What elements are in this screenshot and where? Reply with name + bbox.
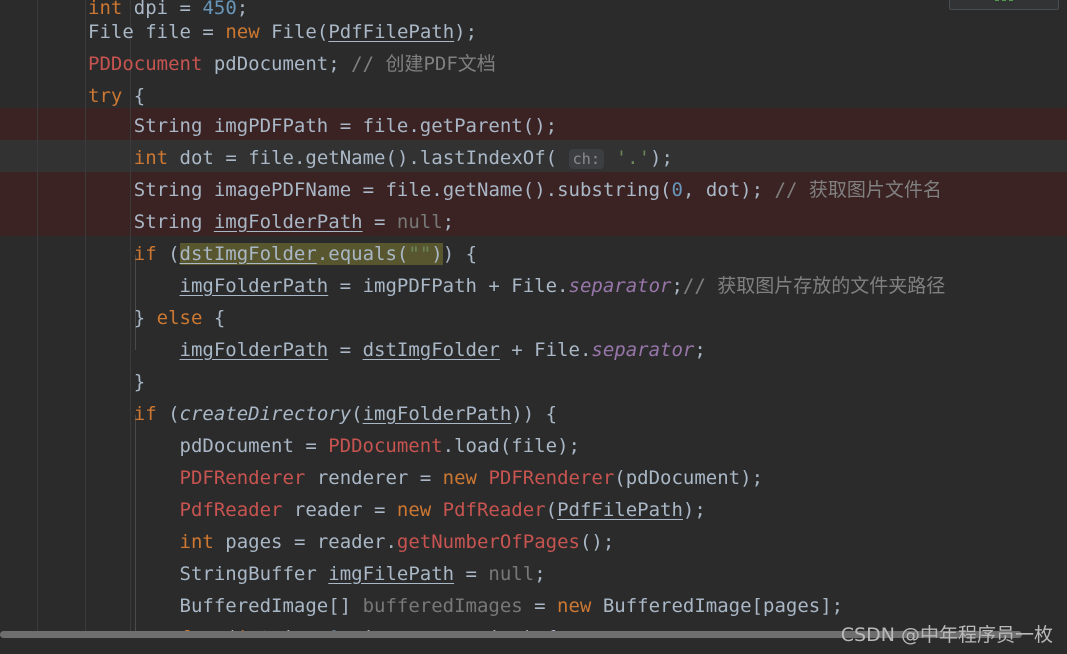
code-line[interactable]: String imgFolderPath = null; <box>0 206 1067 238</box>
code-line[interactable]: pdDocument = PDDocument.load(file); <box>0 430 1067 462</box>
code-line[interactable]: } else { <box>0 302 1067 334</box>
code-editor-pane[interactable]: int dpi = 450; File file = new File(PdfF… <box>0 0 1067 654</box>
code-line[interactable]: int pages = reader.getNumberOfPages(); <box>0 526 1067 558</box>
code-line[interactable]: int dot = file.getName().lastIndexOf( ch… <box>0 142 1067 174</box>
inlay-parameter-hint[interactable]: ch: <box>568 149 605 169</box>
code-line[interactable]: imgFolderPath = imgPDFPath + File.separa… <box>0 270 1067 302</box>
code-text-surface[interactable]: int dpi = 450; File file = new File(PdfF… <box>0 0 1067 654</box>
code-line[interactable]: String imgPDFPath = file.getParent(); <box>0 110 1067 142</box>
inspection-dot-icon <box>1002 0 1006 1</box>
inspection-dot-icon <box>1009 0 1013 1</box>
code-line[interactable]: StringBuffer imgFilePath = null; <box>0 558 1067 590</box>
code-line[interactable]: PdfReader reader = new PdfReader(PdfFile… <box>0 494 1067 526</box>
text-selection[interactable]: dstImgFolder.equals("") <box>179 243 443 265</box>
code-line[interactable]: } <box>0 366 1067 398</box>
code-line[interactable]: if (createDirectory(imgFolderPath)) { <box>0 398 1067 430</box>
code-line[interactable]: File file = new File(PdfFilePath); <box>0 16 1067 48</box>
code-line[interactable]: try { <box>0 80 1067 112</box>
inspection-widget[interactable] <box>949 0 1059 10</box>
watermark-text: CSDN @中年程序员一枚 <box>840 624 1053 646</box>
code-line[interactable]: String imagePDFName = file.getName().sub… <box>0 174 1067 206</box>
code-line[interactable]: BufferedImage[] bufferedImages = new Buf… <box>0 590 1067 622</box>
inspection-dot-icon <box>995 0 999 1</box>
code-line[interactable]: if (dstImgFolder.equals("")) { <box>0 238 1067 270</box>
code-line[interactable]: PDDocument pdDocument; // 创建PDF文档 <box>0 48 1067 80</box>
code-line[interactable]: imgFolderPath = dstImgFolder + File.sepa… <box>0 334 1067 366</box>
code-line[interactable]: PDFRenderer renderer = new PDFRenderer(p… <box>0 462 1067 494</box>
